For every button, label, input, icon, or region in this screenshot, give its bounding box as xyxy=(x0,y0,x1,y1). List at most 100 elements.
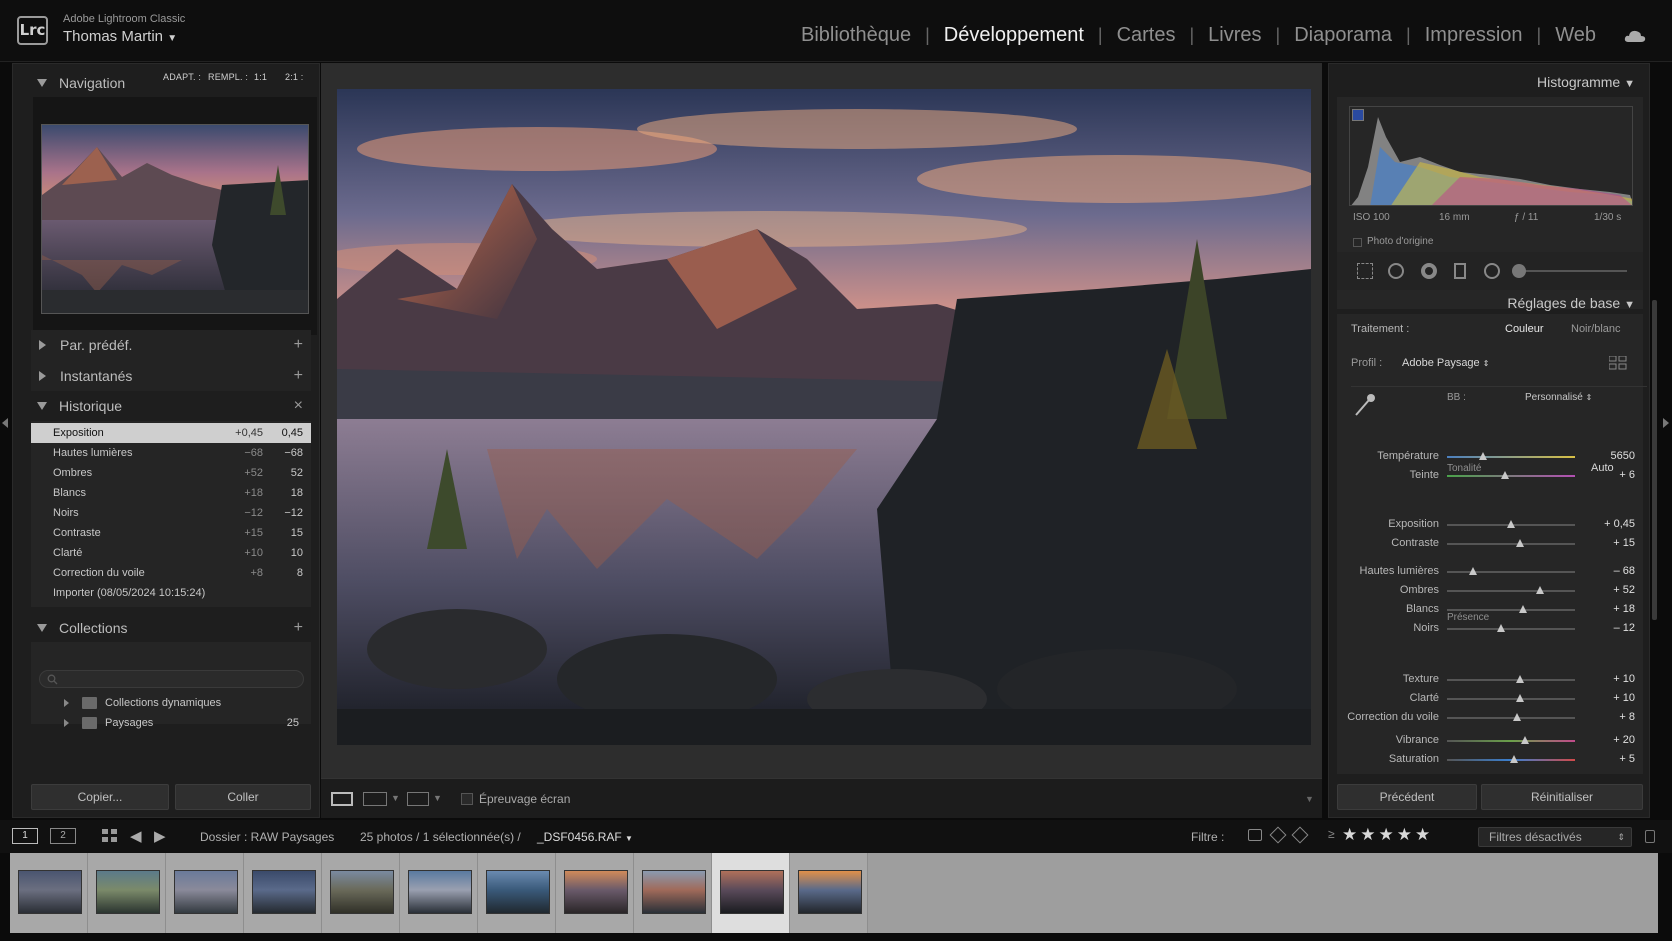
radial-filter-icon[interactable] xyxy=(1484,263,1500,279)
slider-track[interactable] xyxy=(1447,590,1575,592)
slider-contraste[interactable]: Contraste + 15 xyxy=(1329,535,1651,554)
treatment-bw-button[interactable]: Noir/blanc xyxy=(1571,323,1621,335)
presets-header[interactable]: Par. prédéf. + xyxy=(13,330,321,360)
history-item[interactable]: Noirs −12 −12 xyxy=(31,503,311,523)
slider-track[interactable] xyxy=(1447,628,1575,630)
slider-value[interactable]: – 12 xyxy=(1614,622,1635,634)
slider-value[interactable]: – 68 xyxy=(1614,565,1635,577)
auto-tone-button[interactable]: Auto xyxy=(1591,462,1614,474)
filmstrip-thumbnail[interactable] xyxy=(720,870,784,914)
shadow-clipping-icon[interactable] xyxy=(1352,109,1364,121)
filmstrip-thumbnail[interactable] xyxy=(408,870,472,914)
history-header[interactable]: Historique × xyxy=(13,391,321,421)
slider-texture[interactable]: Texture + 10 xyxy=(1329,671,1651,690)
redeye-tool-icon[interactable] xyxy=(1421,263,1437,279)
clear-history-icon[interactable]: × xyxy=(294,397,303,415)
module-web[interactable]: Web xyxy=(1541,24,1610,47)
collections-header[interactable]: Collections + xyxy=(13,613,321,643)
slider-vibrance[interactable]: Vibrance + 20 xyxy=(1329,732,1651,751)
filmstrip-thumbnail[interactable] xyxy=(564,870,628,914)
star-icon[interactable]: ★ xyxy=(1360,825,1375,844)
module-develop[interactable]: Développement xyxy=(930,24,1098,47)
grid-view-icon[interactable] xyxy=(102,829,118,843)
filmstrip-thumbnail[interactable] xyxy=(18,870,82,914)
brush-slider-track[interactable] xyxy=(1517,270,1627,272)
star-icon[interactable]: ★ xyxy=(1397,825,1412,844)
main-photo[interactable] xyxy=(337,89,1311,745)
slider-track[interactable] xyxy=(1447,698,1575,700)
module-book[interactable]: Livres xyxy=(1194,24,1275,47)
slider-value[interactable]: + 5 xyxy=(1619,753,1635,765)
profile-browser-icon[interactable] xyxy=(1608,355,1627,370)
reset-button[interactable]: Réinitialiser xyxy=(1481,784,1643,810)
filmstrip-thumbnail[interactable] xyxy=(174,870,238,914)
slider-track[interactable] xyxy=(1447,456,1575,458)
histogram-header[interactable]: Histogramme ▼ xyxy=(1537,74,1635,90)
history-item[interactable]: Clarté +10 10 xyxy=(31,543,311,563)
slider-knob[interactable] xyxy=(1509,755,1518,763)
pick-filter-icon[interactable] xyxy=(1269,826,1287,844)
main-window-button[interactable]: 1 xyxy=(12,828,38,844)
collection-item[interactable]: Paysages 25 xyxy=(31,713,311,733)
slider-value[interactable]: + 15 xyxy=(1613,537,1635,549)
slider-exposition[interactable]: Exposition + 0,45 xyxy=(1329,516,1651,535)
previous-button[interactable]: Précédent xyxy=(1337,784,1477,810)
filmstrip-cell[interactable] xyxy=(478,853,556,933)
right-panel-toggle-icon[interactable] xyxy=(1663,418,1669,428)
slider-knob[interactable] xyxy=(1468,567,1477,575)
history-item[interactable]: Ombres +52 52 xyxy=(31,463,311,483)
slider-knob[interactable] xyxy=(1478,452,1487,460)
filmstrip-cell[interactable] xyxy=(712,853,790,933)
filmstrip-cell[interactable] xyxy=(244,853,322,933)
eyedropper-icon[interactable] xyxy=(1353,392,1377,418)
original-photo-checkbox[interactable] xyxy=(1353,238,1362,247)
slider-knob[interactable] xyxy=(1515,675,1524,683)
slider-track[interactable] xyxy=(1447,740,1575,742)
lock-icon[interactable] xyxy=(1645,830,1655,843)
add-collection-icon[interactable]: + xyxy=(294,619,303,637)
slider-knob[interactable] xyxy=(1513,713,1522,721)
slider-value[interactable]: 5650 xyxy=(1611,450,1635,462)
slider-value[interactable]: + 18 xyxy=(1613,603,1635,615)
slider-track[interactable] xyxy=(1447,543,1575,545)
filmstrip-cell[interactable] xyxy=(322,853,400,933)
rating-filter-stars[interactable]: ★ ★ ★ ★ ★ xyxy=(1342,825,1433,845)
heal-tool-icon[interactable] xyxy=(1388,263,1404,279)
filmstrip-cell[interactable] xyxy=(634,853,712,933)
module-map[interactable]: Cartes xyxy=(1103,24,1190,47)
filmstrip-cell[interactable] xyxy=(556,853,634,933)
rating-operator-icon[interactable]: ≥ xyxy=(1328,827,1335,841)
wb-dropdown[interactable]: Personnalisé ⇕ xyxy=(1525,392,1592,403)
history-item[interactable]: Exposition +0,45 0,45 xyxy=(31,423,311,443)
filmstrip-thumbnail[interactable] xyxy=(486,870,550,914)
slider-saturation[interactable]: Saturation + 5 xyxy=(1329,751,1651,770)
module-print[interactable]: Impression xyxy=(1411,24,1537,47)
slider-value[interactable]: + 52 xyxy=(1613,584,1635,596)
history-item[interactable]: Importer (08/05/2024 10:15:24) xyxy=(31,583,311,603)
add-snapshot-icon[interactable]: + xyxy=(294,367,303,385)
profile-dropdown[interactable]: Adobe Paysage ⇕ xyxy=(1402,357,1489,369)
slider-track[interactable] xyxy=(1447,609,1575,611)
swap-before-after-icon[interactable] xyxy=(407,792,429,806)
add-preset-icon[interactable]: + xyxy=(294,336,303,354)
filmstrip-thumbnail[interactable] xyxy=(642,870,706,914)
history-item[interactable]: Blancs +18 18 xyxy=(31,483,311,503)
zoom-fill[interactable]: REMPL. : xyxy=(208,72,248,82)
histogram-graph[interactable] xyxy=(1349,106,1633,206)
slider-knob[interactable] xyxy=(1500,471,1509,479)
slider-knob[interactable] xyxy=(1521,736,1530,744)
softproof-checkbox[interactable] xyxy=(461,793,473,805)
filmstrip-thumbnail[interactable] xyxy=(798,870,862,914)
before-after-view-icon[interactable] xyxy=(363,792,387,806)
slider-blancs[interactable]: Blancs + 18 xyxy=(1329,601,1651,620)
filter-preset-dropdown[interactable]: Filtres désactivés ⇕ xyxy=(1478,827,1632,847)
flag-filter-icon[interactable] xyxy=(1248,829,1262,841)
identity-plate[interactable]: Thomas Martin ▼ xyxy=(63,28,177,45)
filename-dropdown[interactable]: _DSF0456.RAF ▼ xyxy=(537,830,633,844)
slider-value[interactable]: + 0,45 xyxy=(1604,518,1635,530)
filmstrip-cell[interactable] xyxy=(400,853,478,933)
slider-ombres[interactable]: Ombres + 52 xyxy=(1329,582,1651,601)
slider-knob[interactable] xyxy=(1536,586,1545,594)
right-panel-scrollbar[interactable] xyxy=(1652,300,1657,620)
copy-settings-button[interactable]: Copier... xyxy=(31,784,169,810)
